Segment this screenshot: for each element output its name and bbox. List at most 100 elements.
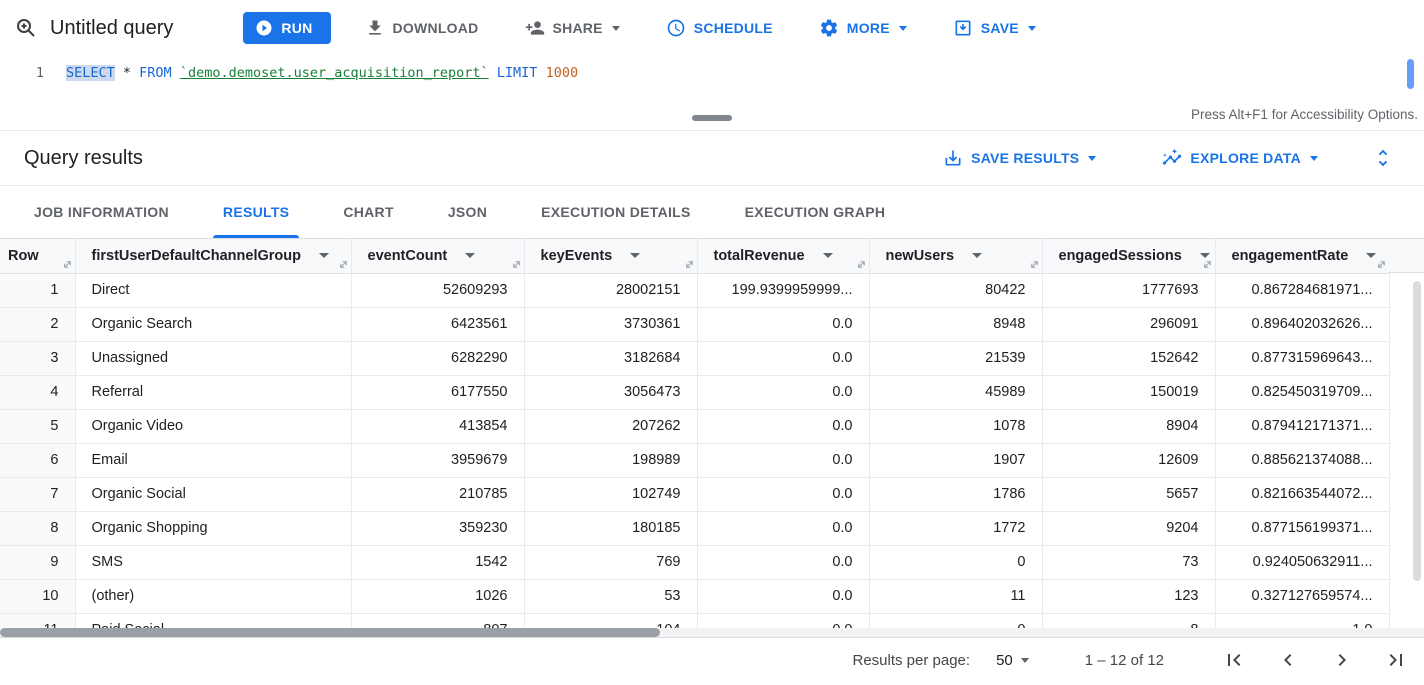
editor-scrollbar[interactable] (1407, 59, 1414, 89)
table-header-row: Row firstUserDefaultChannelGroup eventCo… (0, 239, 1389, 273)
column-menu-icon[interactable] (823, 253, 833, 258)
table-cell: 152642 (1042, 341, 1215, 375)
row-number-cell: 6 (0, 443, 75, 477)
header-gutter (1389, 239, 1424, 273)
run-button[interactable]: RUN (243, 12, 330, 44)
table-cell: Direct (75, 273, 351, 307)
explore-data-button[interactable]: EXPLORE DATA (1150, 140, 1330, 176)
vertical-scrollbar[interactable] (1413, 281, 1421, 581)
column-menu-icon[interactable] (630, 253, 640, 258)
table-cell: 1542 (351, 545, 524, 579)
panel-drag-handle[interactable] (692, 115, 732, 121)
save-button[interactable]: SAVE (941, 10, 1048, 46)
table-cell: 0.877315969643... (1215, 341, 1389, 375)
tab-execution-graph[interactable]: EXECUTION GRAPH (735, 186, 896, 238)
tab-json[interactable]: JSON (438, 186, 497, 238)
column-header-engagementRate[interactable]: engagementRate (1215, 239, 1389, 273)
column-header-engagedSessions[interactable]: engagedSessions (1042, 239, 1215, 273)
expand-panel-button[interactable] (1372, 147, 1394, 169)
last-page-button[interactable] (1384, 648, 1408, 672)
download-button[interactable]: DOWNLOAD (353, 10, 491, 46)
row-number-cell: 9 (0, 545, 75, 579)
column-resize-icon[interactable] (1376, 259, 1387, 270)
chevron-left-icon (1276, 648, 1300, 672)
column-resize-icon[interactable] (1202, 259, 1213, 270)
page-size-select[interactable]: 50 (996, 652, 1029, 669)
tab-chart[interactable]: CHART (333, 186, 404, 238)
column-resize-icon[interactable] (684, 259, 695, 270)
column-header-row[interactable]: Row (0, 239, 75, 273)
table-cell: 28002151 (524, 273, 697, 307)
column-menu-icon[interactable] (319, 253, 329, 258)
more-button[interactable]: MORE (807, 10, 919, 46)
save-results-button[interactable]: SAVE RESULTS (931, 140, 1108, 176)
table-cell: Organic Search (75, 307, 351, 341)
sql-star: * (123, 65, 131, 81)
table-cell: 1777693 (1042, 273, 1215, 307)
row-number-cell: 2 (0, 307, 75, 341)
sql-keyword-select: SELECT (66, 65, 115, 81)
row-number-cell: 1 (0, 273, 75, 307)
table-cell: 80422 (869, 273, 1042, 307)
table-cell: 210785 (351, 477, 524, 511)
table-cell: 0.821663544072... (1215, 477, 1389, 511)
horizontal-scrollbar-track[interactable] (0, 628, 1424, 637)
column-header-eventCount[interactable]: eventCount (351, 239, 524, 273)
next-page-button[interactable] (1330, 648, 1354, 672)
tab-execution-details[interactable]: EXECUTION DETAILS (531, 186, 701, 238)
table-cell: 0.0 (697, 545, 869, 579)
table-cell: 769 (524, 545, 697, 579)
column-resize-icon[interactable] (62, 259, 73, 270)
horizontal-scrollbar-thumb[interactable] (0, 628, 660, 637)
column-resize-icon[interactable] (1029, 259, 1040, 270)
column-header-totalRevenue[interactable]: totalRevenue (697, 239, 869, 273)
previous-page-button[interactable] (1276, 648, 1300, 672)
first-page-button[interactable] (1222, 648, 1246, 672)
row-number-cell: 10 (0, 579, 75, 613)
sql-keyword-limit: LIMIT (497, 65, 538, 81)
table-row: 6Email39596791989890.01907126090.8856213… (0, 443, 1389, 477)
save-alt-icon (943, 148, 963, 168)
table-cell: 123 (1042, 579, 1215, 613)
results-table-body: 1Direct5260929328002151199.9399959999...… (0, 273, 1389, 637)
column-menu-icon[interactable] (465, 253, 475, 258)
table-row: 7Organic Social2107851027490.0178656570.… (0, 477, 1389, 511)
dropdown-arrow-icon (1028, 26, 1036, 31)
schedule-button[interactable]: SCHEDULE (654, 10, 785, 46)
results-table-area: Row firstUserDefaultChannelGroup eventCo… (0, 239, 1424, 637)
table-cell: 0.327127659574... (1215, 579, 1389, 613)
sql-code-line[interactable]: SELECT*FROM`demo.demoset.user_acquisitio… (66, 63, 578, 83)
column-header-keyEvents[interactable]: keyEvents (524, 239, 697, 273)
table-cell: 3959679 (351, 443, 524, 477)
column-resize-icon[interactable] (511, 259, 522, 270)
tab-results[interactable]: RESULTS (213, 186, 299, 238)
column-menu-icon[interactable] (972, 253, 982, 258)
table-cell: 11 (869, 579, 1042, 613)
table-cell: 359230 (351, 511, 524, 545)
dropdown-arrow-icon (1088, 156, 1096, 161)
table-cell: 9204 (1042, 511, 1215, 545)
panel-resize-strip: Press Alt+F1 for Accessibility Options. (0, 104, 1424, 131)
table-cell: 199.9399959999... (697, 273, 869, 307)
table-cell: 21539 (869, 341, 1042, 375)
table-cell: 0.0 (697, 341, 869, 375)
table-cell: Email (75, 443, 351, 477)
sql-editor[interactable]: 1 SELECT*FROM`demo.demoset.user_acquisit… (0, 56, 1424, 104)
column-resize-icon[interactable] (856, 259, 867, 270)
tab-job-information[interactable]: JOB INFORMATION (24, 186, 179, 238)
table-cell: (other) (75, 579, 351, 613)
table-cell: 0.0 (697, 307, 869, 341)
table-cell: 5657 (1042, 477, 1215, 511)
table-cell: Organic Video (75, 409, 351, 443)
column-header-firstUserDefaultChannelGroup[interactable]: firstUserDefaultChannelGroup (75, 239, 351, 273)
table-cell: 12609 (1042, 443, 1215, 477)
table-cell: 0.885621374088... (1215, 443, 1389, 477)
sql-table-reference-link[interactable]: `demo.demoset.user_acquisition_report` (180, 65, 489, 81)
column-header-newUsers[interactable]: newUsers (869, 239, 1042, 273)
query-toolbar: Untitled query RUN DOWNLOAD SHARE SCHEDU… (0, 0, 1424, 56)
table-cell: 1026 (351, 579, 524, 613)
column-resize-icon[interactable] (338, 259, 349, 270)
share-button[interactable]: SHARE (513, 10, 632, 46)
table-cell: Organic Shopping (75, 511, 351, 545)
table-cell: 0.879412171371... (1215, 409, 1389, 443)
